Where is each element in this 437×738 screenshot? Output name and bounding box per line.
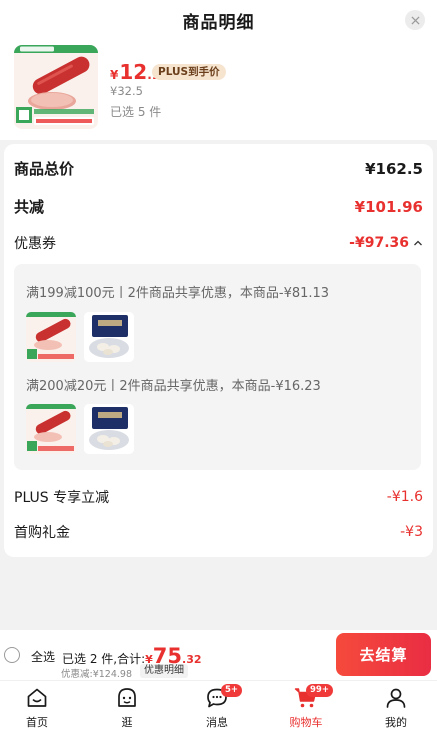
plus-discount-label: PLUS 专享立减 bbox=[14, 490, 110, 506]
select-all-checkbox[interactable] bbox=[4, 647, 20, 663]
home-icon bbox=[27, 688, 47, 707]
face-icon bbox=[118, 688, 136, 707]
discount-note: 优惠减:¥124.98 bbox=[61, 669, 132, 680]
close-button[interactable] bbox=[405, 10, 425, 30]
total-price-row: 商品总价 ¥162.5 bbox=[14, 158, 423, 179]
tab-label: 逛 bbox=[121, 716, 133, 729]
first-gift-label: 首购礼金 bbox=[14, 525, 70, 541]
detail-sheet-header: 商品明细 ¥ 12 .1 PLUS到手价 ¥32.5 已选 5 件 bbox=[0, 0, 437, 140]
tab-label: 消息 bbox=[206, 716, 228, 729]
first-gift-row: 首购礼金 -¥3 bbox=[14, 522, 423, 542]
bottom-tab-bar: 首页 逛 5+ 消息 99+ 购物车 我的 bbox=[0, 680, 437, 738]
tab-label: 我的 bbox=[385, 716, 407, 729]
message-badge: 5+ bbox=[221, 684, 243, 697]
sausage-image-icon bbox=[14, 45, 98, 129]
tab-label: 首页 bbox=[26, 716, 48, 729]
tab-home[interactable]: 首页 bbox=[7, 681, 67, 738]
original-price: ¥32.5 bbox=[110, 84, 143, 98]
price-currency: ¥ bbox=[110, 68, 119, 82]
product-thumbnail[interactable] bbox=[14, 45, 98, 129]
discount-detail-link[interactable]: 优惠明细 bbox=[140, 664, 188, 678]
plus-discount-value: -¥1.6 bbox=[386, 489, 423, 505]
select-all-label[interactable]: 全选 bbox=[31, 648, 55, 665]
price-integer: 12 bbox=[119, 60, 148, 84]
plus-price-badge: PLUS到手价 bbox=[152, 64, 226, 80]
coupon-label: 优惠券 bbox=[14, 236, 56, 252]
coupon-value: -¥97.36 bbox=[349, 235, 409, 251]
plus-discount-row: PLUS 专享立减 -¥1.6 bbox=[14, 487, 423, 507]
coupon-item-thumbnail bbox=[84, 404, 134, 454]
user-icon bbox=[386, 688, 406, 708]
coupon-description: 满199减100元丨2件商品共享优惠，本商品-¥81.13 bbox=[26, 286, 330, 301]
coupon-value-wrap[interactable]: -¥97.36 bbox=[349, 235, 423, 251]
total-price-value: ¥162.5 bbox=[365, 159, 423, 178]
dumpling-box-image-icon bbox=[84, 312, 134, 362]
price-breakdown-card: 商品总价 ¥162.5 共减 ¥101.96 优惠券 -¥97.36 满199减… bbox=[4, 144, 433, 557]
dumpling-box-image-icon bbox=[84, 404, 134, 454]
tab-browse[interactable]: 逛 bbox=[97, 681, 157, 738]
coupon-item-thumbnail bbox=[84, 312, 134, 362]
checkout-button[interactable]: 去结算 bbox=[336, 633, 431, 676]
sheet-title: 商品明细 bbox=[182, 13, 255, 33]
tab-profile[interactable]: 我的 bbox=[366, 681, 426, 738]
coupon-detail-box: 满199减100元丨2件商品共享优惠，本商品-¥81.13 满200减20元丨2… bbox=[14, 264, 421, 470]
close-icon bbox=[410, 15, 420, 25]
tab-cart[interactable]: 99+ 购物车 bbox=[276, 681, 336, 738]
cart-badge: 99+ bbox=[306, 684, 333, 697]
coupon-row[interactable]: 优惠券 -¥97.36 bbox=[14, 233, 423, 253]
coupon-item-thumbnail bbox=[26, 312, 76, 362]
total-saved-value: ¥101.96 bbox=[354, 197, 423, 216]
sausage-image-icon bbox=[26, 404, 76, 454]
tab-messages[interactable]: 5+ 消息 bbox=[187, 681, 247, 738]
coupon-description: 满200减20元丨2件商品共享优惠，本商品-¥16.23 bbox=[26, 379, 321, 394]
sausage-image-icon bbox=[26, 312, 76, 362]
first-gift-value: -¥3 bbox=[400, 524, 423, 540]
coupon-item-thumbnail bbox=[26, 404, 76, 454]
total-saved-label: 共减 bbox=[14, 198, 45, 216]
tab-label: 购物车 bbox=[289, 716, 323, 729]
selected-summary-text: 已选 2 件,合计: bbox=[62, 652, 146, 666]
selected-count: 已选 5 件 bbox=[110, 105, 162, 119]
chevron-up-icon bbox=[414, 240, 422, 246]
total-price-label: 商品总价 bbox=[14, 160, 75, 178]
total-saved-row: 共减 ¥101.96 bbox=[14, 196, 423, 217]
checkout-bar: 全选 已选 2 件,合计: ¥ 75 .32 优惠减:¥124.98 优惠明细 … bbox=[0, 630, 437, 680]
